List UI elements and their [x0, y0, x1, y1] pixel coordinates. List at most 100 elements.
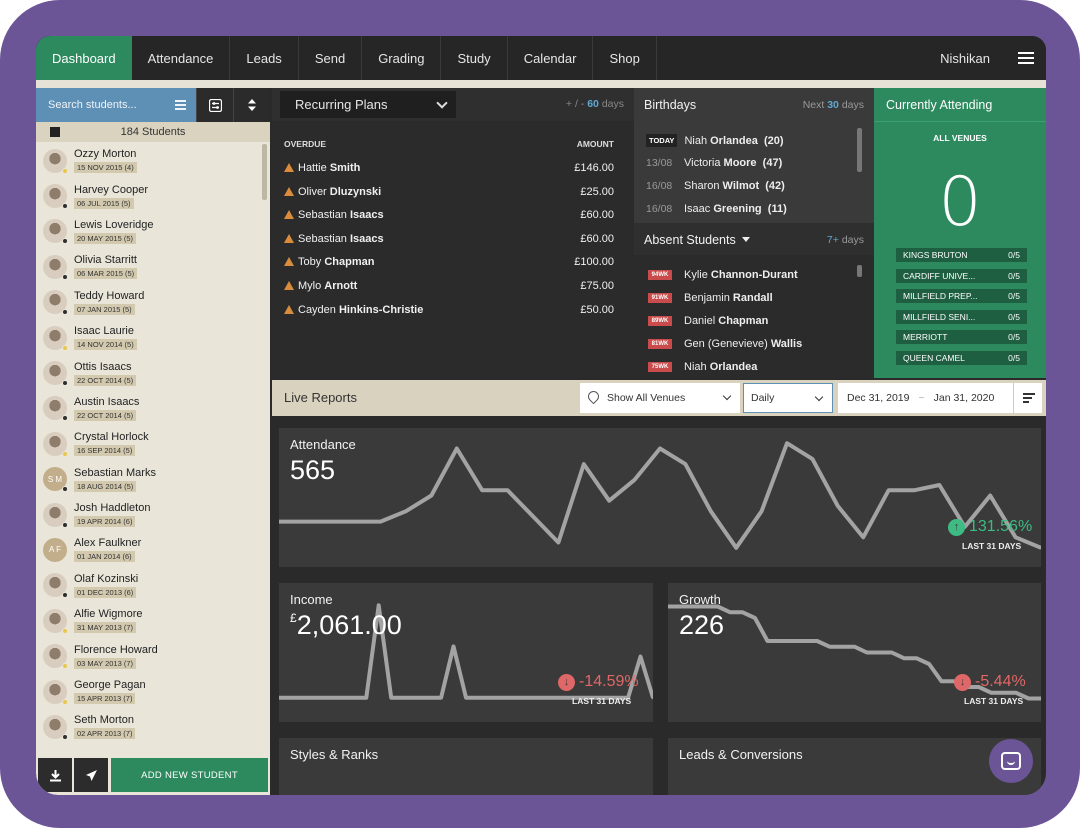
all-venues-label: ALL VENUES	[933, 133, 987, 143]
plan-row[interactable]: Toby Chapman £100.00	[284, 256, 614, 268]
data-point	[709, 509, 713, 513]
birthday-row[interactable]: TODAY Niah Orlandea (20)	[646, 134, 784, 147]
student-count: 184 Students	[120, 126, 186, 138]
student-list-item[interactable]: Alfie Wigmore 31 MAY 2013 (7)	[36, 603, 270, 638]
absent-title-text: Absent Students	[644, 233, 736, 247]
plan-first-name: Sebastian	[298, 209, 347, 222]
avatar-initials: A F	[48, 545, 61, 555]
plan-row[interactable]: Cayden Hinkins-Christie £50.00	[284, 304, 614, 316]
data-point	[427, 696, 431, 700]
data-point	[683, 462, 687, 466]
venue-row[interactable]: CARDIFF UNIVE... 0/5	[896, 268, 1027, 283]
venue-row[interactable]: MERRIOTT 0/5	[896, 330, 1027, 345]
plan-row[interactable]: Sebastian Isaacs £60.00	[284, 209, 614, 221]
menu-button[interactable]	[1006, 36, 1046, 80]
add-new-student-button[interactable]: ADD NEW STUDENT	[111, 758, 268, 792]
student-list-item[interactable]: Ozzy Morton 15 NOV 2015 (4)	[36, 143, 270, 178]
arrow-down-icon: ↓	[558, 673, 575, 691]
student-list-item[interactable]: Crystal Horlock 16 SEP 2014 (5)	[36, 426, 270, 461]
student-text: Teddy Howard 07 JAN 2015 (5)	[74, 290, 144, 315]
student-list-item[interactable]: George Pagan 15 APR 2013 (7)	[36, 674, 270, 709]
absent-row[interactable]: 81WK Gen (Genevieve) Wallis	[648, 338, 802, 350]
student-list-item[interactable]: Seth Morton 02 APR 2013 (7)	[36, 709, 270, 744]
chart-change: ↑ 131.56%	[948, 518, 1032, 536]
student-list-item[interactable]: Josh Haddleton 19 APR 2014 (6)	[36, 497, 270, 532]
weeks-badge: 94WK	[648, 270, 672, 280]
student-list-item[interactable]: Teddy Howard 07 JAN 2015 (5)	[36, 285, 270, 320]
student-list-item[interactable]: Harvey Cooper 06 JUL 2015 (5)	[36, 178, 270, 213]
plan-amount: £60.00	[580, 209, 614, 222]
nav-dashboard[interactable]: Dashboard	[36, 36, 132, 80]
filter-button[interactable]	[196, 88, 233, 122]
date-range-picker[interactable]: Dec 31, 2019 ~ Jan 31, 2020	[838, 383, 1042, 413]
data-point	[815, 639, 819, 643]
send-button[interactable]	[74, 758, 108, 792]
birthdays-scrollbar[interactable]	[857, 128, 862, 172]
absent-row[interactable]: 91WK Benjamin Randall	[648, 292, 773, 304]
plan-row[interactable]: Hattie Smith £146.00	[284, 162, 614, 174]
birthday-row[interactable]: 13/08 Victoria Moore (47)	[646, 157, 782, 169]
avatar	[43, 254, 68, 280]
list-icon[interactable]	[175, 100, 186, 110]
absent-row[interactable]: 89WK Daniel Chapman	[648, 315, 768, 327]
plan-row[interactable]: Oliver Dluzynski £25.00	[284, 186, 614, 198]
nav-shop[interactable]: Shop	[593, 36, 657, 80]
nav-grading[interactable]: Grading	[362, 36, 442, 80]
nav-send[interactable]: Send	[299, 36, 363, 80]
student-list-item[interactable]: Lewis Loveridge 20 MAY 2015 (5)	[36, 214, 270, 249]
period-select[interactable]: Daily	[743, 383, 833, 413]
absent-days: 7+ days	[827, 234, 864, 246]
plans-select[interactable]: Recurring Plans	[280, 91, 456, 118]
birthday-first-name: Sharon	[684, 180, 720, 192]
venue-row[interactable]: MILLFIELD PREP... 0/5	[896, 289, 1027, 304]
student-list-item[interactable]: Olaf Kozinski 01 DEC 2013 (6)	[36, 568, 270, 603]
venue-row[interactable]: KINGS BRUTON 0/5	[896, 248, 1027, 262]
birthday-row[interactable]: 16/08 Sharon Wilmot (42)	[646, 180, 785, 192]
chart-period: LAST 31 DAYS	[964, 696, 1024, 706]
data-point	[477, 696, 480, 700]
venue-row[interactable]: MILLFIELD SENI... 0/5	[896, 309, 1027, 324]
venue-name: CARDIFF UNIVE...	[903, 270, 976, 281]
download-button[interactable]	[38, 758, 72, 792]
attendance-chart: Attendance 565 ↑ 131.56% LAST 31 DAYS	[279, 428, 1041, 567]
data-point	[760, 509, 764, 513]
venue-capacity: 0/5	[1008, 270, 1020, 281]
sort-lines-icon[interactable]	[1013, 383, 1042, 413]
plan-first-name: Sebastian	[298, 232, 347, 245]
student-list-item[interactable]: Austin Isaacs 22 OCT 2014 (5)	[36, 391, 270, 426]
search-input[interactable]: Search students...	[36, 88, 196, 122]
venue-select[interactable]: Show All Venues	[580, 383, 740, 413]
student-list-item[interactable]: Isaac Laurie 14 NOV 2014 (5)	[36, 320, 270, 355]
student-list-item[interactable]: Ottis Isaacs 22 OCT 2014 (5)	[36, 355, 270, 390]
student-list-item[interactable]: S M Sebastian Marks 18 AUG 2014 (5)	[36, 462, 270, 497]
nav-calendar[interactable]: Calendar	[508, 36, 594, 80]
user-name[interactable]: Nishikan	[924, 36, 1006, 80]
plan-row[interactable]: Mylo Arnott £75.00	[284, 280, 614, 292]
student-first-name: Alfie	[74, 608, 96, 621]
venue-capacity: 0/5	[1008, 353, 1020, 363]
birthday-row[interactable]: 16/08 Isaac Greening (11)	[646, 203, 787, 215]
absent-row[interactable]: 94WK Kylie Channon-Durant	[648, 269, 798, 281]
select-all-checkbox[interactable]	[50, 127, 60, 137]
student-date-badge: 15 APR 2013 (7)	[74, 693, 136, 705]
data-point	[810, 457, 814, 461]
sidebar-scrollbar[interactable]	[262, 144, 267, 200]
student-list-item[interactable]: A F Alex Faulkner 01 JAN 2014 (6)	[36, 532, 270, 567]
nav-attendance[interactable]: Attendance	[132, 36, 231, 80]
student-list-item[interactable]: Florence Howard 03 MAY 2013 (7)	[36, 638, 270, 673]
venue-name: MILLFIELD PREP...	[903, 291, 978, 302]
nav-study[interactable]: Study	[441, 36, 508, 80]
absent-header[interactable]: Absent Students 7+ days	[634, 223, 874, 255]
nav-leads[interactable]: Leads	[230, 36, 299, 80]
student-list-item[interactable]: Olivia Starritt 06 MAR 2015 (5)	[36, 249, 270, 284]
absent-row[interactable]: 75WK Niah Orlandea	[648, 361, 757, 373]
plan-row[interactable]: Sebastian Isaacs £60.00	[284, 233, 614, 245]
chat-button[interactable]	[989, 739, 1033, 783]
avatar	[43, 325, 68, 351]
absent-days-value: 7+	[826, 234, 839, 246]
venue-row[interactable]: QUEEN CAMEL 0/5	[896, 351, 1027, 365]
absent-scrollbar[interactable]	[857, 265, 862, 277]
sort-button[interactable]	[233, 88, 270, 122]
student-last-name: Pagan	[113, 679, 146, 692]
